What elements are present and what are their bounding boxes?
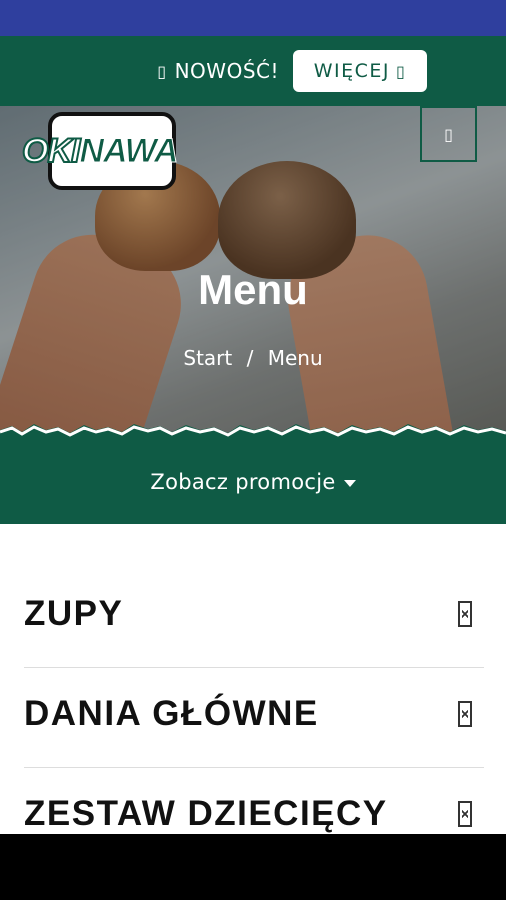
promo-bar: ▯ NOWOŚĆ! WIĘCEJ ▯ xyxy=(0,36,506,106)
category-label: ZESTAW DZIECIĘCY xyxy=(24,794,388,833)
more-button-label: WIĘCEJ xyxy=(313,60,390,82)
menu-categories: ZUPY DANIA GŁÓWNE ZESTAW DZIECIĘCY xyxy=(0,524,506,834)
category-label: ZUPY xyxy=(24,594,124,633)
expand-icon xyxy=(458,601,472,627)
expand-icon xyxy=(458,701,472,727)
breadcrumb-separator: / xyxy=(246,346,254,370)
system-navigation-bar xyxy=(0,834,506,900)
gift-icon: ▯ xyxy=(157,61,167,81)
promo-label: NOWOŚĆ! xyxy=(174,59,279,83)
status-bar xyxy=(0,0,506,36)
breadcrumb: Start / Menu xyxy=(0,346,506,370)
category-dania-glowne[interactable]: DANIA GŁÓWNE xyxy=(24,664,484,764)
caret-down-icon xyxy=(343,480,356,487)
torn-edge xyxy=(0,424,506,442)
breadcrumb-current: Menu xyxy=(267,346,323,370)
logo-text: OKINAWA xyxy=(21,131,179,171)
more-button[interactable]: WIĘCEJ ▯ xyxy=(293,50,427,92)
promotions-label: Zobacz promocje xyxy=(150,470,336,494)
arrow-right-icon: ▯ xyxy=(395,61,407,81)
promotions-dropdown[interactable]: Zobacz promocje xyxy=(0,440,506,524)
expand-icon xyxy=(458,801,472,827)
hamburger-icon: ▯ xyxy=(444,124,453,144)
category-label: DANIA GŁÓWNE xyxy=(24,694,319,733)
category-zestaw-dzieciecy[interactable]: ZESTAW DZIECIĘCY xyxy=(24,764,484,834)
breadcrumb-start[interactable]: Start xyxy=(183,346,232,370)
logo[interactable]: OKINAWA xyxy=(21,106,190,196)
hero-banner: OKINAWA ▯ Menu Start / Menu xyxy=(0,106,506,440)
page-title: Menu xyxy=(198,266,308,313)
promo-text: ▯ NOWOŚĆ! xyxy=(157,59,279,83)
menu-toggle-button[interactable]: ▯ xyxy=(420,106,477,162)
category-zupy[interactable]: ZUPY xyxy=(24,564,484,664)
